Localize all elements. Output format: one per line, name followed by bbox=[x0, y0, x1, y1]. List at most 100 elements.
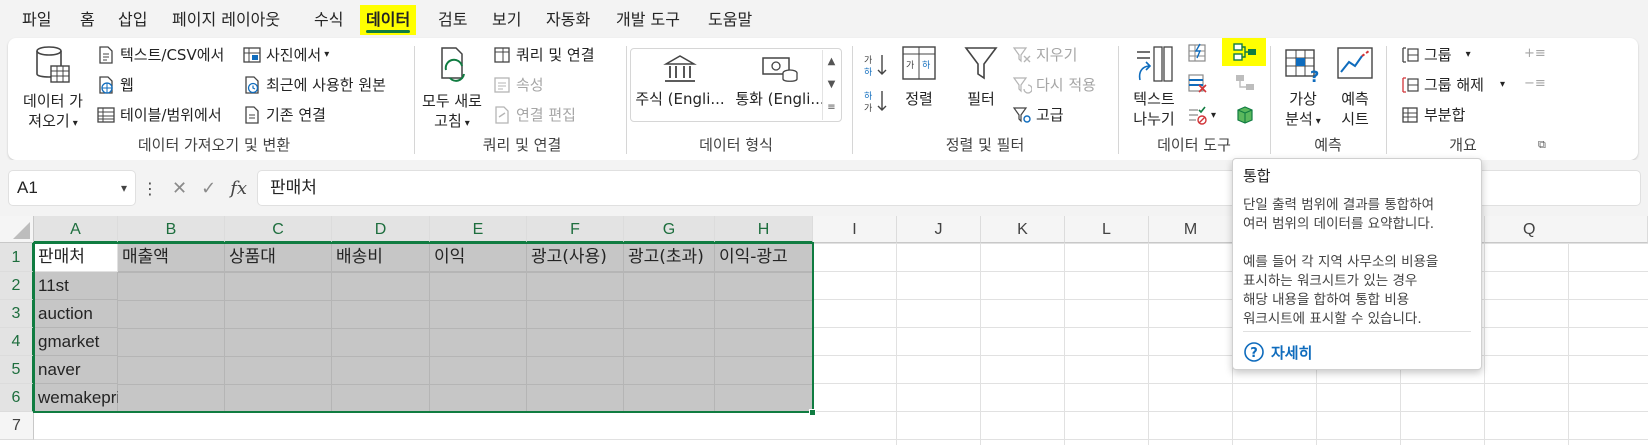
properties-button[interactable]: 속성 bbox=[492, 74, 544, 95]
cell-f1[interactable]: 광고(사용) bbox=[527, 243, 624, 272]
tab-data[interactable]: 데이터 bbox=[360, 5, 417, 35]
enter-check-icon[interactable]: ✓ bbox=[201, 178, 216, 199]
forecast-sheet-button[interactable]: 예측 시트 bbox=[1332, 44, 1378, 129]
column-header-a[interactable]: A bbox=[34, 216, 118, 243]
tab-home[interactable]: 홈 bbox=[78, 5, 97, 35]
hide-detail-button[interactable]: −≡ bbox=[1524, 76, 1546, 91]
column-header-e[interactable]: E bbox=[430, 216, 527, 243]
cell-c1[interactable]: 상품대 bbox=[225, 243, 332, 272]
row-header-3[interactable]: 3 bbox=[0, 300, 34, 328]
insert-function-icon[interactable]: fx bbox=[230, 178, 247, 199]
currencies-data-type[interactable]: 통화 (Engli... bbox=[734, 54, 826, 109]
sort-ascending-button[interactable]: 가하 bbox=[864, 52, 888, 78]
sort-descending-button[interactable]: 하가 bbox=[864, 88, 888, 114]
select-all-corner[interactable] bbox=[0, 216, 34, 243]
tell-me-more-link[interactable]: ? 자세히 bbox=[1243, 341, 1312, 363]
from-web-button[interactable]: 웹 bbox=[96, 74, 134, 95]
relationships-icon bbox=[1236, 75, 1254, 90]
column-header-j[interactable]: J bbox=[897, 216, 981, 243]
cell-a4[interactable]: gmarket bbox=[34, 328, 118, 356]
column-header-f[interactable]: F bbox=[527, 216, 624, 243]
stocks-data-type[interactable]: 주식 (Engli... bbox=[634, 54, 726, 109]
edit-links-button[interactable]: 연결 편집 bbox=[492, 104, 576, 125]
get-data-label-2: 져오기 bbox=[28, 112, 70, 130]
cell-e1[interactable]: 이익 bbox=[430, 243, 527, 272]
cell-a1[interactable]: 판매처 bbox=[34, 243, 118, 272]
from-picture-button[interactable]: 사진에서 ▾ bbox=[242, 44, 329, 65]
existing-connections-button[interactable]: 기존 연결 bbox=[242, 104, 326, 125]
column-header-m[interactable]: M bbox=[1149, 216, 1233, 243]
column-header-c[interactable]: C bbox=[225, 216, 332, 243]
reapply-button[interactable]: 다시 적용 bbox=[1012, 74, 1096, 95]
tab-automate[interactable]: 자동화 bbox=[544, 5, 592, 35]
consolidate-button[interactable] bbox=[1222, 38, 1266, 66]
queries-connections-button[interactable]: 쿼리 및 연결 bbox=[492, 44, 595, 65]
row-header-2[interactable]: 2 bbox=[0, 272, 34, 300]
clear-filter-button[interactable]: 지우기 bbox=[1012, 44, 1077, 65]
name-box[interactable]: A1 ▾ bbox=[9, 171, 135, 205]
cell-d1[interactable]: 배송비 bbox=[332, 243, 430, 272]
column-header-g[interactable]: G bbox=[624, 216, 715, 243]
column-header-d[interactable]: D bbox=[332, 216, 430, 243]
more-options-icon[interactable]: ⋮ bbox=[142, 179, 158, 198]
tab-developer[interactable]: 개발 도구 bbox=[614, 5, 682, 35]
column-header-l[interactable]: L bbox=[1065, 216, 1149, 243]
dialog-launcher-icon[interactable]: ⧉ bbox=[1538, 138, 1546, 152]
subtotal-button[interactable]: 부분합 bbox=[1400, 104, 1465, 125]
cell-h1[interactable]: 이익-광고 bbox=[715, 243, 813, 272]
tab-view[interactable]: 보기 bbox=[490, 5, 523, 35]
row-header-6[interactable]: 6 bbox=[0, 384, 34, 412]
sort-button[interactable]: 가 하 정렬 bbox=[896, 44, 942, 109]
row-header-7[interactable]: 7 bbox=[0, 412, 34, 440]
tab-file[interactable]: 파일 bbox=[20, 5, 53, 35]
cell-a6[interactable]: wemakeprice bbox=[34, 384, 138, 412]
data-model-button[interactable] bbox=[1234, 104, 1256, 126]
filter-funnel-icon bbox=[964, 47, 998, 80]
remove-duplicates-button[interactable] bbox=[1186, 72, 1208, 94]
forecast-sheet-label-2: 시트 bbox=[1341, 110, 1369, 128]
ungroup-button[interactable]: 그룹 해제 ▾ bbox=[1400, 74, 1505, 95]
column-header-k[interactable]: K bbox=[981, 216, 1065, 243]
tab-help[interactable]: 도움말 bbox=[706, 5, 754, 35]
tab-review[interactable]: 검토 bbox=[436, 5, 469, 35]
chevron-down-icon[interactable]: ▾ bbox=[121, 171, 127, 205]
gallery-scroll[interactable]: ▲ ▼ ≡ bbox=[822, 50, 840, 120]
cell-a5[interactable]: naver bbox=[34, 356, 118, 384]
show-detail-button[interactable]: +≡ bbox=[1524, 46, 1546, 61]
what-if-analysis-button[interactable]: ? 가상 분석 ▾ bbox=[1278, 44, 1328, 132]
empty-cells[interactable] bbox=[813, 243, 1648, 445]
from-table-button[interactable]: 테이블/범위에서 bbox=[96, 104, 222, 125]
fill-handle[interactable] bbox=[809, 409, 816, 416]
row-header-1[interactable]: 1 bbox=[0, 243, 34, 272]
cell-a3[interactable]: auction bbox=[34, 300, 118, 328]
chevron-down-icon: ▾ bbox=[1315, 116, 1321, 127]
group-button[interactable]: 그룹 ▾ bbox=[1400, 44, 1471, 65]
text-to-columns-button[interactable]: 텍스트 나누기 bbox=[1126, 44, 1182, 129]
column-header-q[interactable]: Q bbox=[1485, 216, 1648, 243]
chevron-down-icon[interactable]: ▼ bbox=[823, 73, 840, 96]
column-header-i[interactable]: I bbox=[813, 216, 897, 243]
get-data-button[interactable]: 데이터 가 져오기 ▾ bbox=[20, 44, 86, 134]
cell-a2[interactable]: 11st bbox=[34, 272, 118, 300]
recent-sources-button[interactable]: 최근에 사용한 원본 bbox=[242, 74, 386, 95]
data-validation-button[interactable]: ▾ bbox=[1186, 104, 1216, 126]
cancel-icon[interactable]: ✕ bbox=[172, 178, 187, 199]
empty-row-7[interactable] bbox=[34, 412, 813, 445]
column-header-h[interactable]: H bbox=[715, 216, 813, 243]
gallery-more-icon[interactable]: ≡ bbox=[823, 96, 840, 119]
row-header-5[interactable]: 5 bbox=[0, 356, 34, 384]
row-header-4[interactable]: 4 bbox=[0, 328, 34, 356]
chevron-up-icon[interactable]: ▲ bbox=[823, 50, 840, 73]
filter-button[interactable]: 필터 bbox=[958, 44, 1004, 109]
cell-g1[interactable]: 광고(초과) bbox=[624, 243, 715, 272]
column-header-b[interactable]: B bbox=[118, 216, 225, 243]
relationships-button[interactable] bbox=[1234, 72, 1256, 94]
cell-b1[interactable]: 매출액 bbox=[118, 243, 225, 272]
from-text-csv-button[interactable]: 텍스트/CSV에서 bbox=[96, 44, 224, 65]
advanced-filter-button[interactable]: 고급 bbox=[1012, 104, 1064, 125]
tab-page-layout[interactable]: 페이지 레이아웃 bbox=[170, 5, 282, 35]
flash-fill-button[interactable] bbox=[1186, 42, 1208, 64]
tab-insert[interactable]: 삽입 bbox=[116, 5, 149, 35]
tab-formulas[interactable]: 수식 bbox=[312, 5, 345, 35]
refresh-all-button[interactable]: 모두 새로 고침 ▾ bbox=[420, 44, 484, 134]
